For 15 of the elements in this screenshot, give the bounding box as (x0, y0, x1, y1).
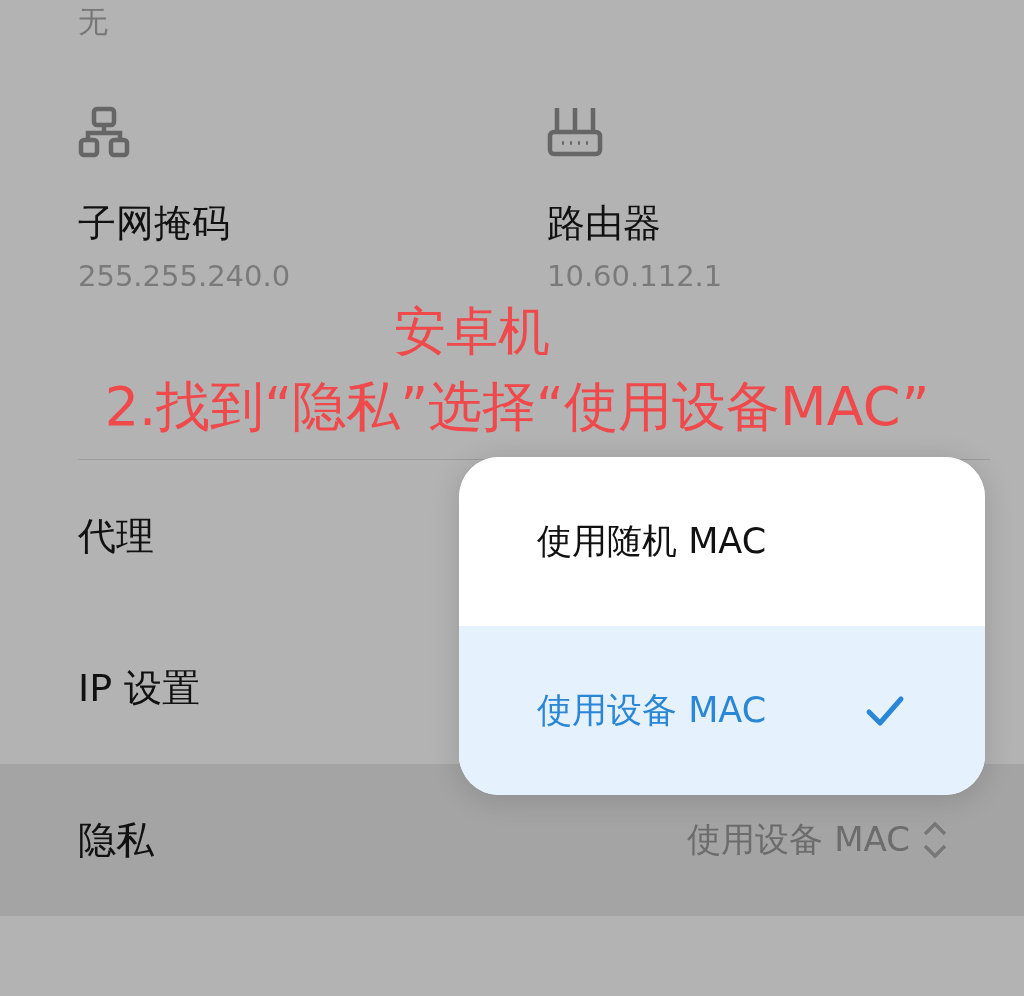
up-down-chevron-icon (922, 820, 948, 860)
network-icon (78, 106, 130, 158)
annotation-text: 2.找到“隐私”选择“使用设备MAC” (104, 374, 930, 440)
setting-label: 隐私 (78, 816, 154, 864)
field-value: 255.255.240.0 (78, 259, 292, 293)
field-label: 子网掩码 (78, 200, 231, 247)
check-icon (865, 694, 905, 727)
router-icon (547, 106, 603, 158)
setting-row[interactable]: 隐私 使用设备 MAC (0, 764, 1024, 916)
field-value: 10.60.112.1 (547, 259, 724, 293)
value-text: 无 (78, 4, 108, 39)
annotation-title: 安卓机 (394, 300, 550, 363)
field-label: 路由器 (547, 200, 662, 247)
menu-option[interactable]: 使用随机 MAC (459, 457, 985, 626)
setting-value: 使用设备 MAC (687, 818, 910, 861)
